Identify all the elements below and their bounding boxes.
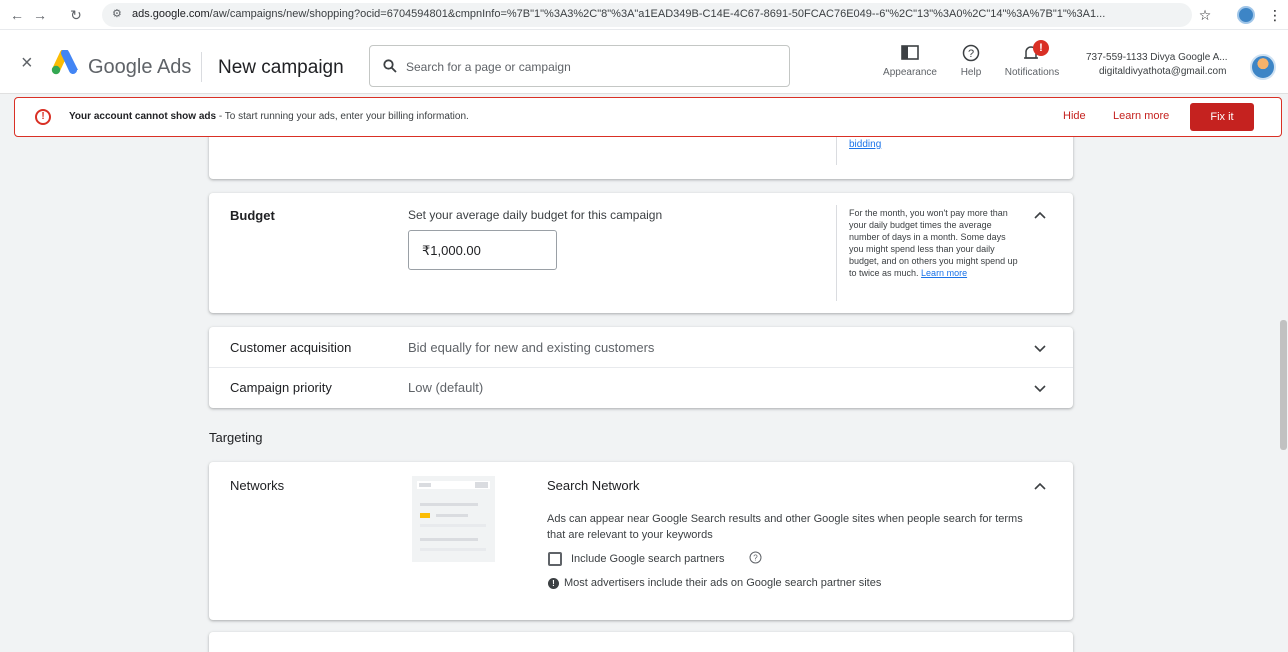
forward-arrow-icon[interactable]: → bbox=[31, 6, 49, 24]
notifications-label: Notifications bbox=[1004, 67, 1060, 78]
chevron-down-icon[interactable] bbox=[1032, 380, 1048, 396]
profile-avatar[interactable] bbox=[1237, 6, 1255, 24]
customer-acquisition-row[interactable]: Customer acquisition Bid equally for new… bbox=[209, 327, 1073, 367]
error-icon: ! bbox=[35, 109, 51, 125]
svg-text:?: ? bbox=[968, 48, 974, 60]
budget-card: Budget Set your average daily budget for… bbox=[209, 193, 1073, 313]
targeting-heading: Targeting bbox=[209, 430, 263, 445]
bidding-link[interactable]: bidding bbox=[849, 139, 881, 150]
budget-note: For the month, you won't pay more than y… bbox=[849, 208, 1018, 278]
google-ads-logo-icon bbox=[51, 50, 78, 75]
svg-text:?: ? bbox=[753, 554, 758, 563]
campaign-priority-label: Campaign priority bbox=[230, 380, 332, 395]
search-partners-label[interactable]: Include Google search partners bbox=[571, 553, 724, 565]
reload-icon[interactable]: ↻ bbox=[67, 6, 85, 24]
fix-it-button[interactable]: Fix it bbox=[1190, 103, 1254, 131]
search-network-illustration bbox=[412, 476, 495, 562]
close-icon[interactable]: × bbox=[21, 53, 33, 73]
chevron-down-icon[interactable] bbox=[1032, 340, 1048, 356]
budget-amount-input[interactable]: ₹1,000.00 bbox=[408, 230, 557, 270]
campaign-priority-value: Low (default) bbox=[408, 380, 484, 395]
campaign-priority-row[interactable]: Campaign priority Low (default) bbox=[209, 368, 1073, 408]
search-input[interactable]: Search for a page or campaign bbox=[369, 45, 790, 87]
next-card bbox=[209, 632, 1073, 652]
search-placeholder: Search for a page or campaign bbox=[406, 60, 571, 74]
account-name[interactable]: 737-559-1133 Divya Google A... bbox=[1086, 52, 1228, 63]
info-icon: ! bbox=[548, 578, 559, 589]
app-header: × Google Ads New campaign Search for a p… bbox=[0, 30, 1288, 94]
learn-more-button[interactable]: Learn more bbox=[1113, 110, 1169, 122]
appearance-button[interactable]: Appearance bbox=[880, 44, 940, 78]
avatar[interactable] bbox=[1250, 54, 1276, 80]
bid-settings-card: Customer acquisition Bid equally for new… bbox=[209, 327, 1073, 408]
scrollbar[interactable] bbox=[1280, 320, 1287, 450]
appearance-icon bbox=[901, 45, 919, 60]
search-partners-hint: Most advertisers include their ads on Go… bbox=[564, 577, 882, 589]
product-name[interactable]: Google Ads bbox=[88, 56, 191, 79]
notifications-button[interactable]: Notifications bbox=[998, 44, 1066, 78]
search-partners-checkbox[interactable] bbox=[548, 552, 562, 566]
header-divider bbox=[201, 52, 202, 82]
account-email[interactable]: digitaldivyathota@gmail.com bbox=[1099, 66, 1226, 77]
budget-learn-more-link[interactable]: Learn more bbox=[921, 268, 967, 278]
budget-amount-value: ₹1,000.00 bbox=[422, 243, 481, 258]
appearance-label: Appearance bbox=[883, 67, 937, 78]
help-button[interactable]: ? Help bbox=[954, 44, 988, 78]
hide-button[interactable]: Hide bbox=[1063, 110, 1086, 122]
bookmark-star-icon[interactable]: ☆ bbox=[1196, 6, 1214, 24]
budget-title: Budget bbox=[230, 208, 275, 223]
notification-badge: ! bbox=[1033, 40, 1049, 56]
help-icon[interactable]: ? bbox=[749, 551, 762, 564]
browser-toolbar: ← → ↻ ⚙ ads.google.com/aw/campaigns/new/… bbox=[0, 0, 1288, 30]
search-network-description: Ads can appear near Google Search result… bbox=[547, 513, 1023, 541]
search-icon bbox=[383, 59, 397, 73]
networks-title: Networks bbox=[230, 478, 285, 493]
browser-menu-icon[interactable]: ⋮ bbox=[1266, 6, 1284, 24]
alert-message: Your account cannot show ads - To start … bbox=[69, 111, 469, 122]
back-arrow-icon[interactable]: ← bbox=[8, 6, 26, 24]
site-info-icon[interactable]: ⚙ bbox=[112, 7, 122, 20]
help-icon: ? bbox=[962, 44, 980, 62]
help-label: Help bbox=[960, 67, 982, 78]
billing-alert: ! Your account cannot show ads - To star… bbox=[14, 97, 1282, 137]
url-text: ads.google.com/aw/campaigns/new/shopping… bbox=[132, 8, 1106, 20]
address-bar[interactable]: ⚙ ads.google.com/aw/campaigns/new/shoppi… bbox=[102, 3, 1192, 27]
page-title: New campaign bbox=[218, 57, 344, 78]
budget-instruction: Set your average daily budget for this c… bbox=[408, 208, 663, 222]
customer-acquisition-label: Customer acquisition bbox=[230, 340, 352, 355]
search-network-title: Search Network bbox=[547, 478, 640, 493]
collapse-chevron-icon[interactable] bbox=[1032, 207, 1048, 223]
networks-card: Networks Search Network Ads can appear n… bbox=[209, 462, 1073, 620]
customer-acquisition-value: Bid equally for new and existing custome… bbox=[408, 340, 655, 355]
card-divider bbox=[836, 205, 837, 301]
collapse-chevron-icon[interactable] bbox=[1032, 478, 1048, 494]
